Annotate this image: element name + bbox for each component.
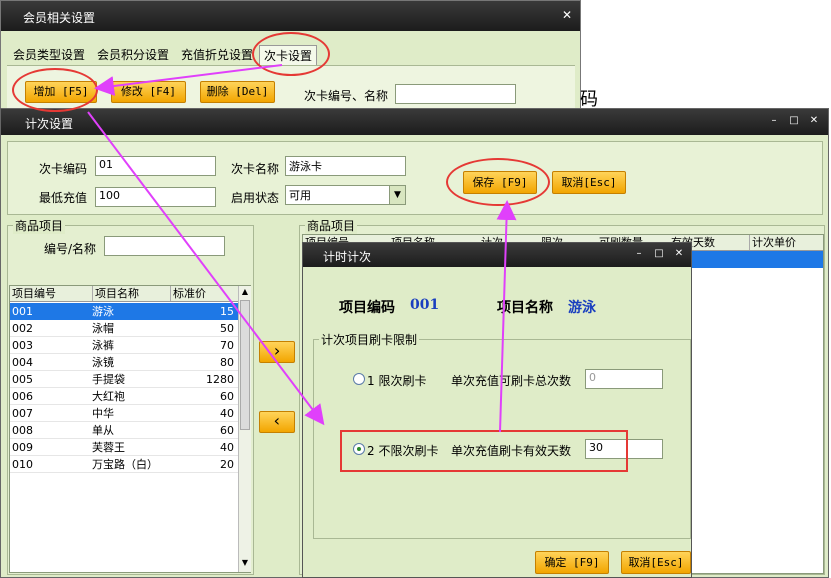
annotation-arrows — [87, 64, 517, 433]
arrow-option-to-save — [496, 200, 517, 433]
arrow-add-to-option — [87, 111, 325, 426]
arrow-tab-to-add — [94, 64, 283, 96]
